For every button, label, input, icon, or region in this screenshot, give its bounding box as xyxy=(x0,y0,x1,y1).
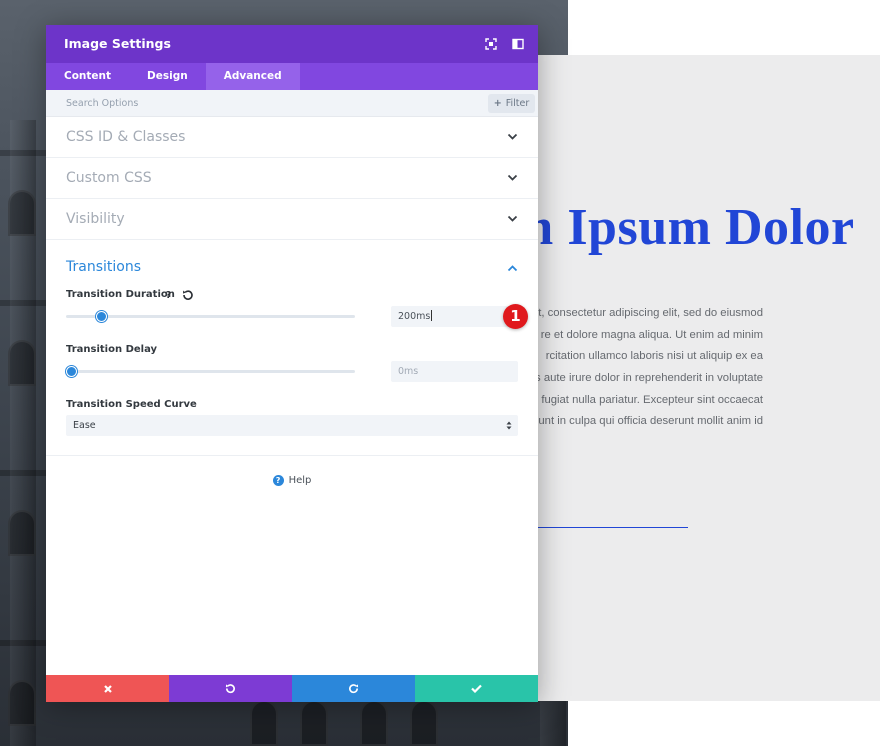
undo-button[interactable] xyxy=(169,675,292,702)
discard-button[interactable] xyxy=(46,675,169,702)
page: m Ipsum Dolor et, consectetur adipiscing… xyxy=(0,0,880,746)
section-title-transitions[interactable]: Transitions xyxy=(66,259,141,275)
chevron-up-icon[interactable] xyxy=(507,264,518,272)
search-input[interactable] xyxy=(56,95,356,112)
tab-advanced[interactable]: Advanced xyxy=(205,63,300,90)
section-transitions: Transitions Transition Duration ? 200ms … xyxy=(46,240,538,456)
checkmark-icon xyxy=(471,684,482,693)
reset-icon[interactable] xyxy=(182,289,194,301)
transition-speed-curve-label: Transition Speed Curve xyxy=(66,399,197,410)
body-line: unt in culpa qui officia deserunt mollit… xyxy=(538,415,763,428)
transition-duration-label: Transition Duration xyxy=(66,289,175,300)
help-label: Help xyxy=(288,475,312,486)
tab-design[interactable]: Design xyxy=(129,63,206,90)
question-mark-icon[interactable]: ? xyxy=(162,289,175,302)
text-caret xyxy=(431,310,433,321)
section-title: CSS ID & Classes xyxy=(66,129,186,145)
section-title: Custom CSS xyxy=(66,170,152,186)
image-settings-modal: Image Settings Content Design Advanced +… xyxy=(46,25,538,702)
transition-delay-input[interactable]: 0ms xyxy=(391,361,518,382)
select-value: Ease xyxy=(73,420,96,431)
slider-thumb[interactable] xyxy=(66,366,77,377)
body-line: fugiat nulla pariatur. Excepteur sint oc… xyxy=(541,393,763,406)
body-paragraph: et, consectetur adipiscing elit, sed do … xyxy=(530,303,763,433)
body-line: s aute irure dolor in reprehenderit in v… xyxy=(535,372,763,385)
page-heading: m Ipsum Dolor xyxy=(510,199,855,256)
body-line: rcitation ullamco laboris nisi ut aliqui… xyxy=(545,350,763,363)
body-line: et, consectetur adipiscing elit, sed do … xyxy=(531,307,763,319)
expand-icon[interactable] xyxy=(485,38,497,50)
save-button[interactable] xyxy=(415,675,538,702)
filter-button[interactable]: + Filter xyxy=(488,94,535,113)
modal-title: Image Settings xyxy=(64,36,171,51)
plus-icon: + xyxy=(493,98,502,109)
search-bar: + Filter xyxy=(46,90,538,117)
undo-icon xyxy=(225,684,235,694)
chevron-down-icon xyxy=(507,133,518,140)
chevron-down-icon xyxy=(507,174,518,181)
section-title: Visibility xyxy=(66,211,125,227)
slider-thumb[interactable] xyxy=(96,311,108,322)
help-icon: ? xyxy=(272,475,284,486)
annotation-badge: 1 xyxy=(503,304,528,329)
select-arrows-icon xyxy=(506,421,512,430)
redo-button[interactable] xyxy=(292,675,415,702)
transition-duration-slider[interactable] xyxy=(66,311,355,322)
close-icon xyxy=(103,684,112,693)
split-view-icon[interactable] xyxy=(512,38,524,50)
section-custom-css[interactable]: Custom CSS xyxy=(46,158,538,199)
body-line: re et dolore magna aliqua. Ut enim ad mi… xyxy=(540,328,763,341)
filter-label: Filter xyxy=(505,98,530,109)
tab-bar: Content Design Advanced xyxy=(46,63,538,90)
divider xyxy=(538,527,688,528)
modal-footer xyxy=(46,675,538,702)
chevron-down-icon xyxy=(507,215,518,222)
tab-content[interactable]: Content xyxy=(46,63,129,90)
transition-duration-value: 200ms xyxy=(398,311,431,322)
help-link[interactable]: ? Help xyxy=(46,475,538,486)
transition-speed-curve-select[interactable]: Ease xyxy=(66,415,518,436)
transition-duration-input[interactable]: 200ms xyxy=(391,306,518,327)
redo-icon xyxy=(349,684,359,694)
section-css-id-classes[interactable]: CSS ID & Classes xyxy=(46,117,538,158)
transition-delay-label: Transition Delay xyxy=(66,344,158,355)
transition-delay-slider[interactable] xyxy=(66,366,355,377)
modal-header[interactable]: Image Settings xyxy=(46,25,538,63)
section-visibility[interactable]: Visibility xyxy=(46,199,538,240)
